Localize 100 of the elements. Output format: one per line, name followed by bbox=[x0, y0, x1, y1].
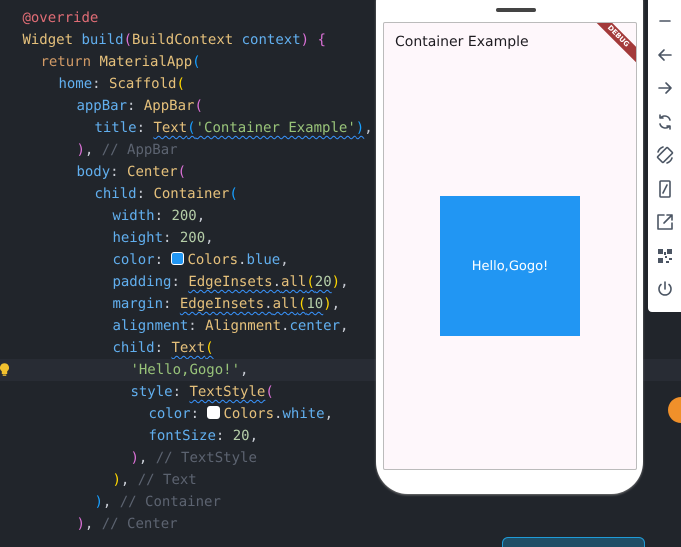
code-token: ( bbox=[178, 164, 186, 180]
color-swatch[interactable] bbox=[171, 252, 184, 265]
code-token: ( bbox=[265, 384, 274, 400]
code-token: BuildContext bbox=[132, 32, 234, 48]
code-token: , bbox=[84, 516, 94, 532]
code-token: Center bbox=[127, 164, 178, 180]
code-token: : bbox=[188, 318, 198, 334]
code-token: : bbox=[216, 428, 226, 444]
code-token: , bbox=[250, 428, 258, 444]
code-token: home bbox=[58, 76, 92, 92]
code-token: , bbox=[138, 450, 148, 466]
code-token: EdgeInsets bbox=[188, 274, 273, 290]
code-token: all bbox=[281, 274, 306, 290]
code-token: , bbox=[102, 494, 112, 510]
code-token: . bbox=[238, 252, 246, 268]
code-token: title bbox=[94, 120, 137, 136]
code-token: // Text bbox=[138, 472, 197, 488]
code-token: return bbox=[40, 54, 92, 70]
code-token: // Center bbox=[102, 516, 178, 532]
code-token: : bbox=[163, 230, 172, 246]
code-token: 'Hello,Gogo!' bbox=[130, 362, 240, 378]
code-token: Alignment bbox=[205, 318, 282, 334]
code-token: Colors bbox=[223, 406, 274, 422]
code-token: , bbox=[340, 318, 348, 334]
phone-speaker bbox=[496, 8, 536, 12]
code-token: Text bbox=[171, 340, 206, 356]
code-token: 20 bbox=[314, 274, 332, 290]
code-token: child bbox=[112, 340, 155, 356]
code-token: 20 bbox=[232, 428, 250, 444]
code-token: style bbox=[130, 384, 173, 400]
code-token: 200 bbox=[180, 230, 206, 246]
code-token: ) bbox=[76, 142, 85, 158]
code-token: : bbox=[154, 208, 164, 224]
code-token: . bbox=[281, 318, 290, 334]
code-token: ) { bbox=[300, 32, 326, 48]
code-token: ( bbox=[205, 340, 214, 356]
open-external-icon[interactable] bbox=[654, 212, 674, 232]
code-token: ( bbox=[176, 76, 185, 92]
code-token: , bbox=[332, 296, 340, 312]
code-token: width bbox=[112, 208, 155, 224]
code-token: ) bbox=[332, 274, 340, 290]
rotate-icon[interactable] bbox=[654, 145, 674, 165]
code-token: color bbox=[112, 252, 155, 268]
code-token: , bbox=[280, 252, 289, 268]
code-token: ) bbox=[94, 494, 103, 510]
code-token: : bbox=[172, 384, 182, 400]
code-token: ( bbox=[298, 296, 306, 312]
code-token: @override bbox=[22, 10, 98, 26]
code-token: , bbox=[120, 472, 130, 488]
code-token: fontSize bbox=[148, 428, 216, 444]
code-token: : bbox=[190, 406, 200, 422]
code-token: center bbox=[289, 318, 340, 334]
code-token: . bbox=[274, 406, 282, 422]
code-token: ) bbox=[130, 450, 139, 466]
code-token: MaterialApp bbox=[99, 54, 192, 70]
code-token: body bbox=[76, 164, 110, 180]
code-token: ) bbox=[323, 296, 332, 312]
code-token: , bbox=[340, 274, 349, 290]
code-token: appBar bbox=[76, 98, 128, 114]
code-token: context bbox=[242, 32, 301, 48]
code-token: // Container bbox=[120, 494, 221, 510]
code-token: padding bbox=[112, 274, 172, 290]
code-token: ( bbox=[187, 120, 196, 136]
code-token: Scaffold bbox=[109, 76, 176, 92]
color-swatch[interactable] bbox=[207, 406, 220, 419]
code-token: : bbox=[171, 274, 181, 290]
code-token: , bbox=[205, 230, 214, 246]
code-token: build bbox=[81, 32, 124, 48]
code-token: child bbox=[94, 186, 137, 202]
app-bar-title: Container Example bbox=[395, 34, 529, 50]
code-token: Text bbox=[153, 120, 188, 136]
code-token: ( bbox=[306, 274, 315, 290]
code-token: white bbox=[282, 406, 325, 422]
code-token: , bbox=[84, 142, 94, 158]
code-token: ( bbox=[192, 54, 201, 70]
code-token: alignment bbox=[112, 318, 188, 334]
container-text: Hello,Gogo! bbox=[472, 258, 548, 274]
code-token: // AppBar bbox=[102, 142, 178, 158]
code-token: Widget bbox=[22, 32, 74, 48]
lightbulb-icon[interactable] bbox=[0, 363, 9, 376]
code-token: ( bbox=[229, 186, 238, 202]
code-token: all bbox=[272, 296, 298, 312]
code-token: , bbox=[196, 208, 206, 224]
code-token: Container bbox=[153, 186, 230, 202]
code-token: : bbox=[110, 164, 120, 180]
code-token: : bbox=[92, 76, 102, 92]
code-token: EdgeInsets bbox=[180, 296, 264, 312]
code-token: . bbox=[264, 296, 273, 312]
code-token: : bbox=[154, 252, 164, 268]
code-token: ( bbox=[124, 32, 132, 48]
code-token: : bbox=[127, 98, 136, 114]
code-token: : bbox=[163, 296, 172, 312]
code-token: AppBar bbox=[144, 98, 194, 114]
code-token: 10 bbox=[306, 296, 324, 312]
code-token: . bbox=[272, 274, 282, 290]
code-token: 200 bbox=[171, 208, 197, 224]
code-token: color bbox=[148, 406, 191, 422]
code-token: height bbox=[112, 230, 164, 246]
code-token: TextStyle bbox=[189, 384, 266, 400]
code-token: blue bbox=[246, 252, 280, 268]
